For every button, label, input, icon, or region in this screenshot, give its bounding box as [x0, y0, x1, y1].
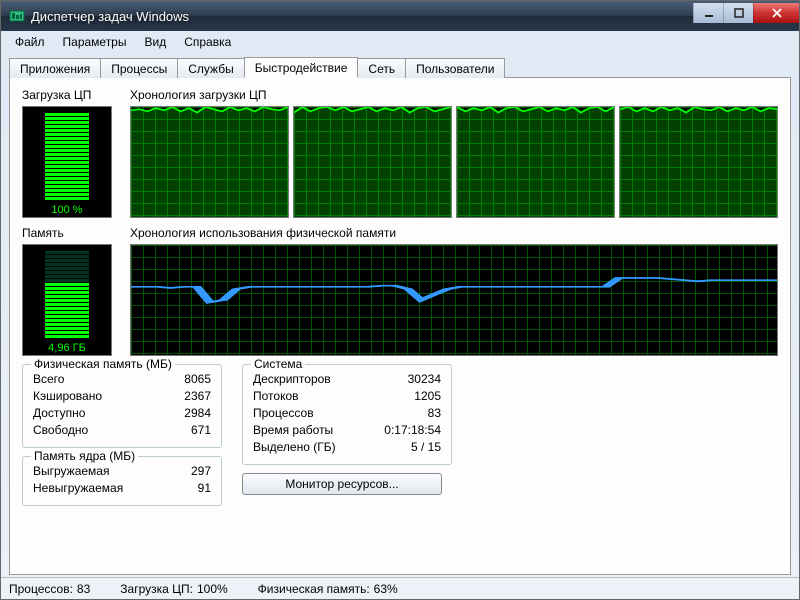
kmem-paged-label: Выгружаемая — [33, 463, 109, 480]
system-commit-label: Выделено (ГБ) — [253, 439, 336, 456]
cpu-history-label: Хронология загрузки ЦП — [130, 88, 778, 102]
kmem-nonpaged-value: 91 — [198, 480, 211, 497]
memory-history-label: Хронология использования физической памя… — [130, 226, 778, 240]
maximize-button[interactable] — [723, 3, 753, 23]
physmem-free-label: Свободно — [33, 422, 88, 439]
close-button[interactable] — [753, 3, 799, 23]
tab-users[interactable]: Пользователи — [405, 58, 505, 78]
cpu-usage-gauge: 100 % — [22, 106, 112, 218]
resource-monitor-button[interactable]: Монитор ресурсов... — [242, 473, 442, 495]
kmem-paged-value: 297 — [191, 463, 211, 480]
kmem-nonpaged-label: Невыгружаемая — [33, 480, 123, 497]
system-uptime-value: 0:17:18:54 — [384, 422, 441, 439]
status-memory-value: 63% — [374, 582, 398, 596]
menu-options[interactable]: Параметры — [55, 33, 135, 51]
window-controls — [693, 3, 799, 23]
system-commit-value: 5 / 15 — [411, 439, 441, 456]
tab-network[interactable]: Сеть — [357, 58, 406, 78]
status-cpu-label: Загрузка ЦП: — [120, 582, 193, 596]
kernel-memory-group: Память ядра (МБ) Выгружаемая297 Невыгруж… — [22, 456, 222, 506]
system-handles-value: 30234 — [408, 371, 441, 388]
memory-label: Память — [22, 226, 122, 240]
physmem-total-label: Всего — [33, 371, 64, 388]
tab-strip: Приложения Процессы Службы Быстродействи… — [1, 53, 799, 77]
kernel-memory-title: Память ядра (МБ) — [31, 449, 138, 463]
status-memory-label: Физическая память: — [258, 582, 370, 596]
menu-view[interactable]: Вид — [136, 33, 174, 51]
titlebar[interactable]: Диспетчер задач Windows — [1, 1, 799, 31]
menubar: Файл Параметры Вид Справка — [1, 31, 799, 53]
cpu-usage-value: 100 % — [51, 202, 82, 220]
cpu-history-core-0 — [130, 106, 289, 218]
system-group: Система Дескрипторов30234 Потоков1205 Пр… — [242, 364, 452, 465]
memory-gauge: 4,96 ГБ — [22, 244, 112, 356]
physmem-free-value: 671 — [191, 422, 211, 439]
cpu-history-core-3 — [619, 106, 778, 218]
tab-applications[interactable]: Приложения — [9, 58, 101, 78]
tab-services[interactable]: Службы — [177, 58, 244, 78]
physmem-avail-label: Доступно — [33, 405, 85, 422]
physmem-cached-label: Кэшировано — [33, 388, 102, 405]
system-procs-label: Процессов — [253, 405, 314, 422]
physmem-cached-value: 2367 — [184, 388, 211, 405]
system-threads-value: 1205 — [414, 388, 441, 405]
statusbar: Процессов: 83 Загрузка ЦП: 100% Физическая… — [1, 577, 799, 599]
menu-help[interactable]: Справка — [176, 33, 239, 51]
performance-panel: Загрузка ЦП 100 % Хронология загрузки ЦП — [9, 77, 791, 575]
system-procs-value: 83 — [428, 405, 441, 422]
cpu-usage-label: Загрузка ЦП — [22, 88, 122, 102]
app-icon — [9, 8, 25, 24]
window-title: Диспетчер задач Windows — [31, 9, 693, 24]
system-title: Система — [251, 357, 305, 371]
physmem-total-value: 8065 — [184, 371, 211, 388]
status-processes-value: 83 — [77, 582, 90, 596]
status-processes-label: Процессов: — [9, 582, 73, 596]
physical-memory-title: Физическая память (МБ) — [31, 357, 175, 371]
memory-history-graph — [130, 244, 778, 356]
physmem-avail-value: 2984 — [184, 405, 211, 422]
system-threads-label: Потоков — [253, 388, 299, 405]
menu-file[interactable]: Файл — [7, 33, 53, 51]
physical-memory-group: Физическая память (МБ) Всего8065 Кэширов… — [22, 364, 222, 448]
system-uptime-label: Время работы — [253, 422, 333, 439]
minimize-button[interactable] — [693, 3, 723, 23]
tab-processes[interactable]: Процессы — [100, 58, 178, 78]
memory-value: 4,96 ГБ — [48, 340, 86, 358]
status-cpu-value: 100% — [197, 582, 228, 596]
system-handles-label: Дескрипторов — [253, 371, 331, 388]
cpu-history-core-2 — [456, 106, 615, 218]
task-manager-window: Диспетчер задач Windows Файл Параметры В… — [0, 0, 800, 600]
tab-performance[interactable]: Быстродействие — [244, 57, 359, 78]
cpu-history-core-1 — [293, 106, 452, 218]
